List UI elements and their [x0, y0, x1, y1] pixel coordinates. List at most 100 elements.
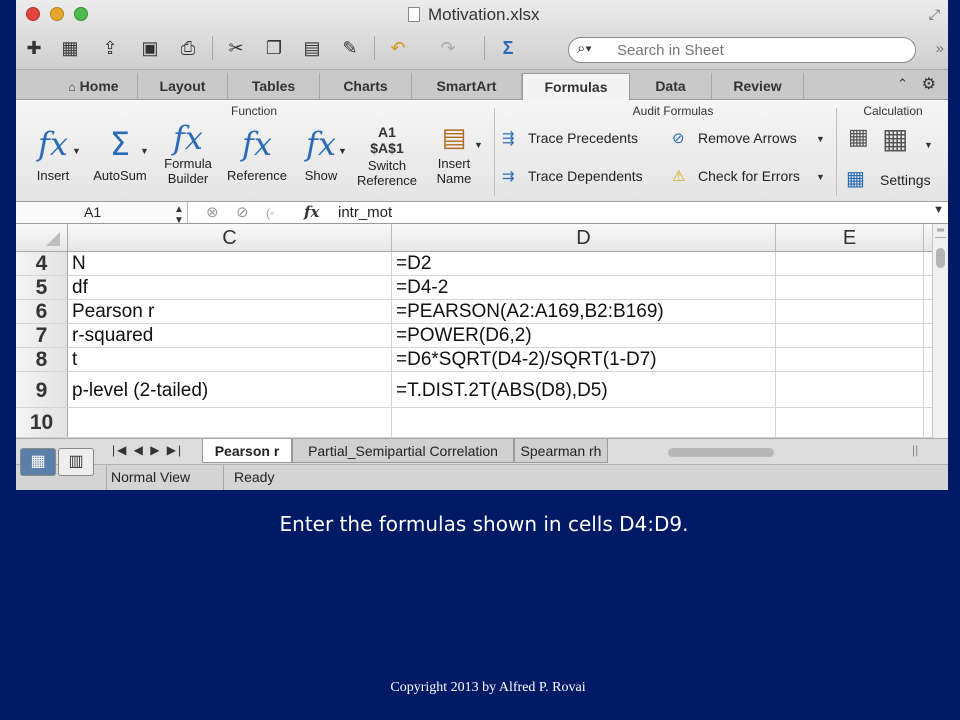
ribbon-tab-bar: ⌂ Home Layout Tables Charts SmartArt Form…: [16, 70, 948, 100]
row-header[interactable]: 10: [16, 408, 68, 437]
cell-e5[interactable]: [776, 276, 924, 299]
name-tag-icon: ▤: [441, 123, 467, 153]
reference-button[interactable]: fx Reference: [220, 122, 294, 183]
sheet-tab-spearman[interactable]: Spearman rh: [514, 439, 608, 463]
cell-c8[interactable]: t: [68, 348, 392, 371]
row-header[interactable]: 6: [16, 300, 68, 323]
cell-e10[interactable]: [776, 408, 924, 437]
cell-d6[interactable]: =PEARSON(A2:A169,B2:B169): [392, 300, 776, 323]
cell-e6[interactable]: [776, 300, 924, 323]
paste-icon[interactable]: ▤: [300, 36, 324, 60]
minimize-window-button[interactable]: [50, 7, 64, 21]
remove-arrows-icon: ⊘: [672, 130, 685, 147]
tab-home[interactable]: ⌂ Home: [50, 73, 138, 100]
page-layout-view-button[interactable]: ▥: [58, 448, 94, 476]
vertical-scrollbar[interactable]: ═: [932, 224, 948, 438]
tab-data[interactable]: Data: [630, 73, 712, 100]
vertical-scroll-thumb[interactable]: [936, 248, 945, 268]
name-box-stepper-icon[interactable]: ▲ ▼: [174, 204, 184, 226]
split-handle-icon[interactable]: ═: [935, 226, 946, 238]
search-input[interactable]: [617, 41, 907, 59]
autosum-icon: Σ: [109, 125, 131, 163]
format-painter-icon[interactable]: ✎: [338, 36, 362, 60]
open-icon[interactable]: ⇪: [98, 36, 122, 60]
settings-button[interactable]: Settings: [880, 172, 931, 188]
tab-smartart[interactable]: SmartArt: [412, 73, 522, 100]
fullscreen-icon[interactable]: ⤢: [929, 6, 940, 23]
tab-tables[interactable]: Tables: [228, 73, 320, 100]
sum-icon[interactable]: Σ: [496, 36, 520, 60]
cell-e4[interactable]: [776, 252, 924, 275]
normal-view-button[interactable]: ▦: [20, 448, 56, 476]
sheet-tab-partial-semipartial[interactable]: Partial_Semipartial Correlation: [292, 439, 514, 463]
horizontal-split-icon[interactable]: ||: [912, 443, 918, 457]
toolbar-overflow-icon[interactable]: »: [936, 40, 944, 57]
tab-layout[interactable]: Layout: [138, 73, 228, 100]
row-header[interactable]: 9: [16, 372, 68, 407]
formula-builder-button[interactable]: fx Formula Builder: [156, 122, 220, 186]
redo-icon[interactable]: ↷: [436, 36, 460, 60]
search-box[interactable]: ⌕▾: [568, 37, 916, 63]
cut-icon[interactable]: ✂: [224, 36, 248, 60]
fx-label[interactable]: fx: [304, 202, 319, 223]
check-for-errors-button[interactable]: ⚠ Check for Errors: [672, 164, 800, 188]
row-header[interactable]: 8: [16, 348, 68, 371]
trace-dependents-icon: ⇉: [502, 168, 515, 185]
confirm-formula-icon[interactable]: ⊘: [236, 203, 249, 223]
undo-icon[interactable]: ↶: [386, 36, 410, 60]
collapse-ribbon-icon[interactable]: ⌃: [897, 76, 908, 92]
cell-e7[interactable]: [776, 324, 924, 347]
table-row: 4 N =D2: [16, 252, 932, 276]
expand-formula-bar-icon[interactable]: ▼: [933, 204, 944, 216]
cell-d10[interactable]: [392, 408, 776, 437]
calculation-options-icon[interactable]: ▦: [882, 122, 908, 155]
search-icon: ⌕▾: [577, 40, 592, 57]
horizontal-scroll-thumb[interactable]: [668, 448, 774, 457]
sheet-tab-pearson-r[interactable]: Pearson r: [202, 439, 292, 463]
save-icon[interactable]: ▣: [138, 36, 162, 60]
tab-charts[interactable]: Charts: [320, 73, 412, 100]
tab-formulas[interactable]: Formulas: [522, 73, 630, 100]
cell-c4[interactable]: N: [68, 252, 392, 275]
name-box[interactable]: A1: [16, 202, 188, 223]
cell-d9[interactable]: =T.DIST.2T(ABS(D8),D5): [392, 372, 776, 407]
column-header-e[interactable]: E: [776, 224, 924, 252]
cell-c5[interactable]: df: [68, 276, 392, 299]
cell-d4[interactable]: =D2: [392, 252, 776, 275]
cell-c6[interactable]: Pearson r: [68, 300, 392, 323]
print-icon[interactable]: ⎙: [176, 36, 200, 60]
cell-d7[interactable]: =POWER(D6,2): [392, 324, 776, 347]
switch-reference-button[interactable]: A1 $A$1 Switch Reference: [352, 124, 422, 188]
column-header-c[interactable]: C: [68, 224, 392, 252]
insert-name-button[interactable]: ▤ Insert Name: [424, 122, 484, 186]
new-icon[interactable]: ✚: [22, 36, 46, 60]
column-header-d[interactable]: D: [392, 224, 776, 252]
cell-d8[interactable]: =D6*SQRT(D4-2)/SQRT(1-D7): [392, 348, 776, 371]
row-header[interactable]: 7: [16, 324, 68, 347]
cell-e8[interactable]: [776, 348, 924, 371]
insert-function-bar-icon[interactable]: (◦: [266, 203, 274, 223]
cell-c10[interactable]: [68, 408, 392, 437]
cell-c9[interactable]: p-level (2-tailed): [68, 372, 392, 407]
row-header[interactable]: 4: [16, 252, 68, 275]
cancel-formula-icon[interactable]: ⊗: [206, 203, 219, 223]
view-mode-label: Normal View: [106, 465, 224, 490]
select-all-corner[interactable]: [16, 224, 68, 252]
trace-dependents-button[interactable]: ⇉ Trace Dependents: [502, 164, 643, 188]
close-window-button[interactable]: [26, 7, 40, 21]
calculator-icon[interactable]: ▦: [848, 124, 869, 150]
copy-icon[interactable]: ❐: [262, 36, 286, 60]
remove-arrows-button[interactable]: ⊘ Remove Arrows: [672, 126, 797, 150]
cell-e9[interactable]: [776, 372, 924, 407]
cell-c7[interactable]: r-squared: [68, 324, 392, 347]
zoom-window-button[interactable]: [74, 7, 88, 21]
trace-precedents-button[interactable]: ⇶ Trace Precedents: [502, 126, 638, 150]
cell-d5[interactable]: =D4-2: [392, 276, 776, 299]
tab-review[interactable]: Review: [712, 73, 804, 100]
worksheet-grid: C D E 4 N =D2 5 df =D4-2 6 Pearson r =PE…: [16, 224, 932, 438]
formula-input[interactable]: [338, 202, 930, 223]
row-header[interactable]: 5: [16, 276, 68, 299]
gear-icon[interactable]: ⚙: [922, 74, 936, 94]
templates-icon[interactable]: ▦: [58, 36, 82, 60]
sheet-navigation-arrows[interactable]: |◀ ◀ ▶ ▶|: [112, 443, 183, 457]
